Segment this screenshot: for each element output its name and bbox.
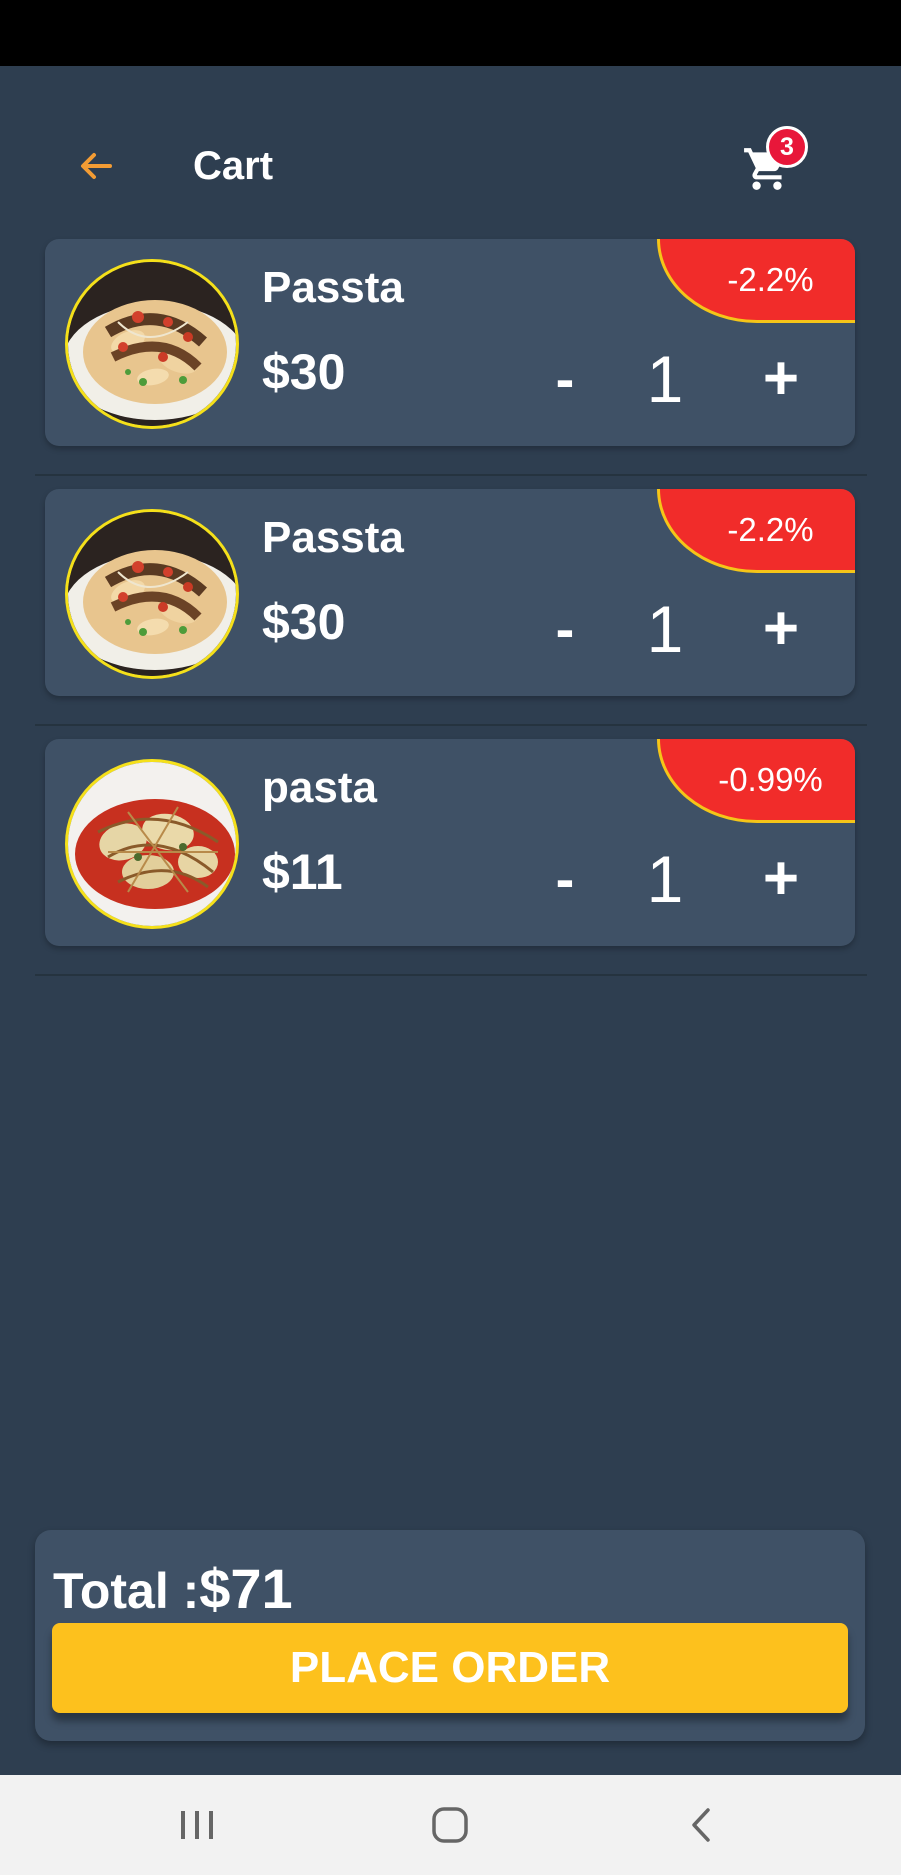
- item-name: Passta: [262, 263, 404, 312]
- recents-button[interactable]: [137, 1775, 257, 1875]
- cart-count-badge: 3: [766, 126, 808, 168]
- page-title: Cart: [193, 144, 274, 188]
- back-chevron-icon: [692, 1808, 710, 1842]
- cart-item: pasta $11 - 1 + -0.99%: [45, 739, 855, 946]
- item-name: pasta: [262, 763, 377, 812]
- divider: [35, 474, 867, 476]
- recents-icon: [181, 1811, 213, 1839]
- discount-badge: -2.2%: [657, 489, 855, 573]
- cart-item: Passta $30 - 1 + -2.2%: [45, 239, 855, 446]
- total-label: Total :: [53, 1563, 200, 1619]
- pasta-dish-image: [65, 259, 239, 429]
- quantity-value: 1: [646, 342, 684, 416]
- back-button[interactable]: [66, 136, 126, 196]
- cart-screen: Cart 3 Passta $30 - 1 + -2.2% Passta $30…: [0, 66, 901, 1775]
- system-nav-bar: [0, 1775, 901, 1875]
- discount-badge: -0.99%: [657, 739, 855, 823]
- home-icon: [432, 1807, 468, 1843]
- arrow-left-icon: [81, 153, 112, 179]
- system-back-button[interactable]: [641, 1775, 761, 1875]
- item-price: $11: [262, 844, 343, 900]
- decrease-quantity-button[interactable]: -: [535, 594, 595, 664]
- quantity-value: 1: [646, 592, 684, 666]
- quantity-value: 1: [646, 842, 684, 916]
- cart-item: Passta $30 - 1 + -2.2%: [45, 489, 855, 696]
- discount-badge: -2.2%: [657, 239, 855, 323]
- increase-quantity-button[interactable]: +: [745, 344, 817, 414]
- place-order-button[interactable]: PLACE ORDER: [52, 1623, 848, 1713]
- ravioli-dish-image: [65, 759, 239, 929]
- status-bar: [0, 0, 901, 66]
- increase-quantity-button[interactable]: +: [745, 594, 817, 664]
- order-summary: Total :$71 PLACE ORDER: [35, 1530, 865, 1741]
- divider: [35, 724, 867, 726]
- divider: [35, 974, 867, 976]
- total-price: Total :$71: [53, 1556, 293, 1621]
- cart-button[interactable]: 3: [738, 126, 828, 206]
- decrease-quantity-button[interactable]: -: [535, 344, 595, 414]
- item-price: $30: [262, 594, 346, 650]
- pasta-dish-image: [65, 509, 239, 679]
- item-price: $30: [262, 344, 346, 400]
- total-amount: $71: [199, 1557, 293, 1620]
- home-button[interactable]: [390, 1775, 510, 1875]
- increase-quantity-button[interactable]: +: [745, 844, 817, 914]
- decrease-quantity-button[interactable]: -: [535, 844, 595, 914]
- item-name: Passta: [262, 513, 404, 562]
